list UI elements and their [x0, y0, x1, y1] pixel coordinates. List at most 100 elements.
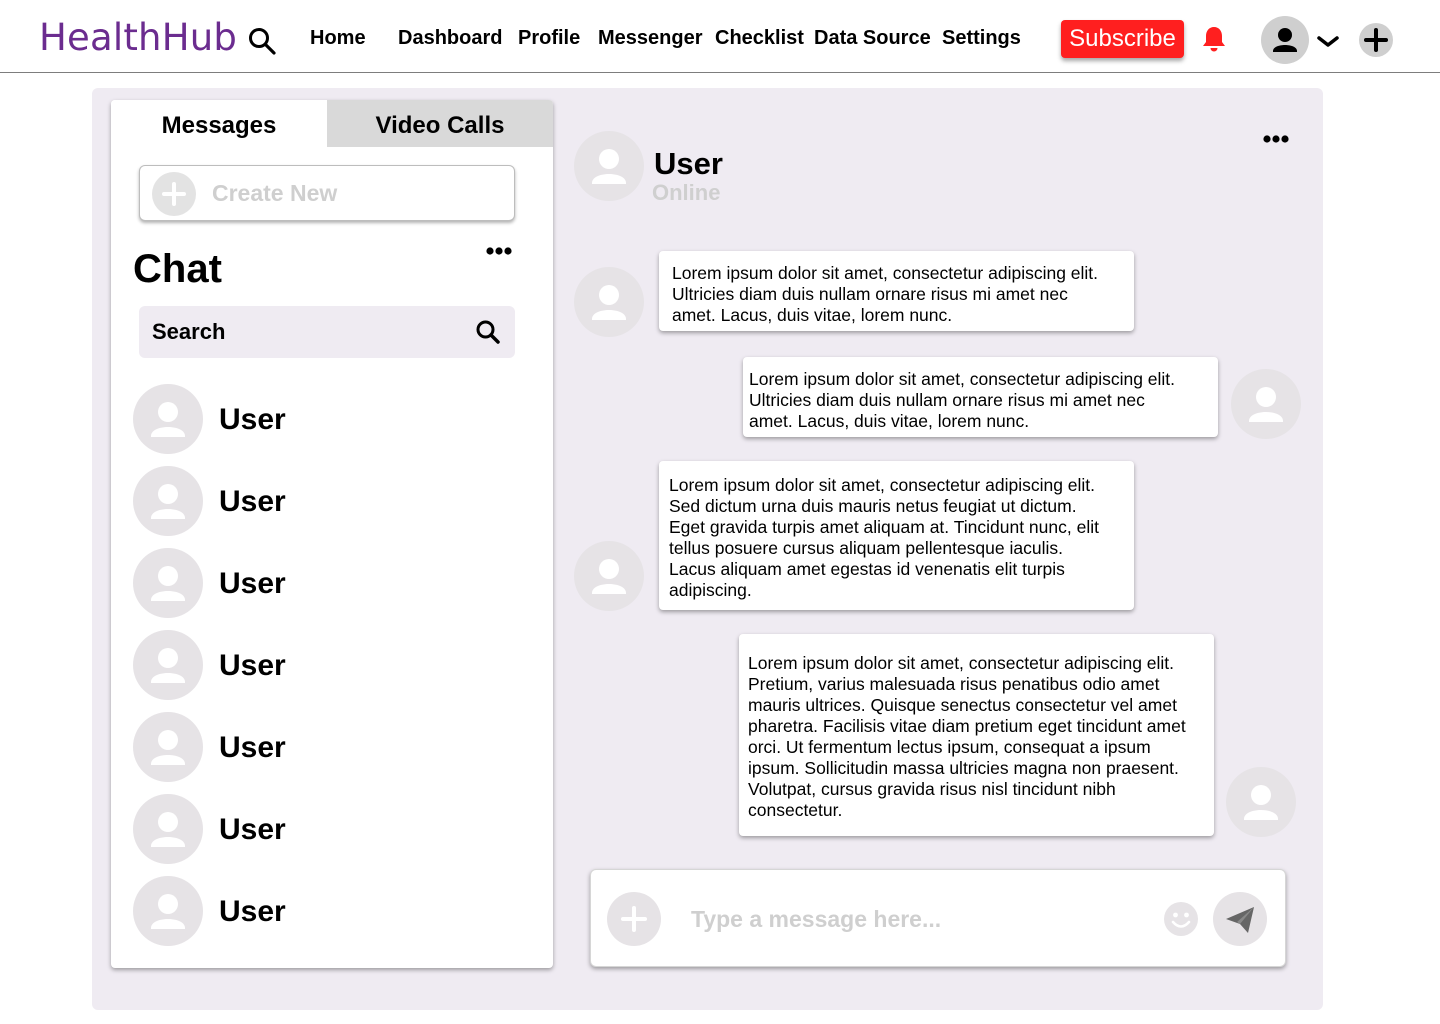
profile-avatar[interactable]: [1261, 16, 1309, 64]
user-name: User: [219, 403, 286, 436]
create-new-plus-button[interactable]: [152, 172, 196, 216]
chat-user-name: User: [654, 146, 723, 181]
search-icon[interactable]: [475, 319, 501, 345]
message-text-line: Lorem ipsum dolor sit amet, consectetur …: [672, 263, 1099, 283]
user-name: User: [219, 649, 286, 682]
avatar: [133, 630, 203, 700]
message-composer: Type a message here...: [590, 869, 1286, 967]
message-avatar[interactable]: [574, 267, 644, 337]
user-icon: [151, 566, 185, 601]
message-text-line: amet. Lacus, duis vitae, lorem nunc.: [672, 305, 953, 325]
message-text-line: Ultricies diam duis nullam ornare risus …: [672, 284, 1068, 304]
avatar: [133, 712, 203, 782]
user-icon: [1249, 387, 1283, 422]
bell-icon[interactable]: [1201, 25, 1227, 53]
message-text-line: mauris ultrices. Quisque senectus consec…: [748, 695, 1177, 715]
message-input[interactable]: Type a message here...: [691, 905, 941, 933]
user-name: User: [219, 731, 286, 764]
user-list-item[interactable]: User: [133, 384, 513, 456]
chevron-down-icon[interactable]: [1317, 34, 1339, 48]
tab-video-calls[interactable]: Video Calls: [327, 100, 553, 147]
more-options-icon[interactable]: [486, 246, 512, 256]
message-text-line: ipsum. Sollicitudin massa ultricies magn…: [748, 758, 1179, 778]
nav-link-dashboard[interactable]: Dashboard: [398, 26, 502, 50]
user-list-item[interactable]: User: [133, 712, 513, 784]
message-text-line: Sed dictum urna duis mauris netus feugia…: [669, 496, 1077, 516]
message-text-line: Lorem ipsum dolor sit amet, consectetur …: [669, 475, 1096, 495]
top-navigation: HealthHub Home Dashboard Profile Messeng…: [0, 0, 1440, 73]
message-text-line: tellus posuere cursus aliquam pellentesq…: [669, 538, 1063, 558]
message-text-line: Volutpat, cursus gravida risus nisl tinc…: [748, 779, 1116, 799]
user-list-item[interactable]: User: [133, 466, 513, 538]
user-list-item[interactable]: User: [133, 794, 513, 866]
logo[interactable]: HealthHub: [39, 16, 237, 60]
search-placeholder: Search: [152, 319, 226, 344]
send-icon: [1226, 907, 1254, 933]
avatar: [133, 794, 203, 864]
subscribe-button[interactable]: Subscribe: [1061, 20, 1184, 58]
add-button[interactable]: [1359, 23, 1393, 57]
plus-icon: [621, 906, 647, 932]
message-text-line: amet. Lacus, duis vitae, lorem nunc.: [749, 411, 1030, 431]
nav-link-data-source[interactable]: Data Source: [814, 26, 931, 50]
chat-user-avatar[interactable]: [574, 131, 644, 201]
message-text-line: adipiscing.: [669, 580, 752, 600]
user-name: User: [219, 895, 286, 928]
user-name: User: [219, 567, 286, 600]
message-text-line: Pretium, varius malesuada risus penatibu…: [748, 674, 1160, 694]
message-text-line: pharetra. Facilisis vitae diam pretium e…: [748, 716, 1186, 736]
message-text-line: Lorem ipsum dolor sit amet, consectetur …: [749, 369, 1176, 389]
message-bubble[interactable]: Lorem ipsum dolor sit amet, consectetur …: [743, 357, 1218, 437]
message-bubble[interactable]: Lorem ipsum dolor sit amet, consectetur …: [659, 461, 1134, 610]
emoji-icon[interactable]: [1163, 901, 1199, 937]
user-name: User: [219, 813, 286, 846]
user-icon: [151, 648, 185, 683]
message-avatar[interactable]: [1231, 369, 1301, 439]
message-bubble[interactable]: Lorem ipsum dolor sit amet, consectetur …: [739, 634, 1214, 836]
avatar: [133, 548, 203, 618]
avatar: [133, 466, 203, 536]
create-new-placeholder: Create New: [212, 180, 338, 206]
plus-icon: [1364, 28, 1388, 52]
user-icon: [1273, 28, 1297, 52]
user-icon: [151, 484, 185, 519]
user-name: User: [219, 485, 286, 518]
plus-icon: [162, 182, 186, 206]
chat-heading: Chat: [133, 247, 222, 291]
user-icon: [592, 559, 626, 594]
user-list-item[interactable]: User: [133, 630, 513, 702]
attach-button[interactable]: [607, 892, 661, 946]
message-text-line: Ultricies diam duis nullam ornare risus …: [749, 390, 1145, 410]
message-text-line: orci. Ut fermentum lectus ipsum, consequ…: [748, 737, 1151, 757]
message-text-line: Lorem ipsum dolor sit amet, consectetur …: [748, 653, 1175, 673]
message-text-line: Eget gravida turpis amet aliquam at. Tin…: [669, 517, 1099, 537]
avatar: [133, 384, 203, 454]
message-text-line: Lacus aliquam amet egestas id venenatis …: [669, 559, 1065, 579]
nav-link-profile[interactable]: Profile: [518, 26, 580, 50]
search-icon[interactable]: [248, 27, 276, 55]
create-new-input[interactable]: Create New: [139, 165, 515, 221]
nav-link-home[interactable]: Home: [310, 26, 366, 50]
message-text-line: consectetur.: [748, 800, 843, 820]
chat-user-status: Online: [652, 180, 721, 205]
user-icon: [151, 730, 185, 765]
message-avatar[interactable]: [574, 541, 644, 611]
user-icon: [592, 285, 626, 320]
chat-search-input[interactable]: Search: [139, 306, 515, 358]
message-bubble[interactable]: Lorem ipsum dolor sit amet, consectetur …: [659, 251, 1134, 331]
chat-sidebar: Messages Video Calls Create New Chat Sea…: [111, 100, 553, 968]
message-avatar[interactable]: [1226, 767, 1296, 837]
user-icon: [151, 402, 185, 437]
user-icon: [1244, 785, 1278, 820]
tab-messages[interactable]: Messages: [111, 100, 327, 147]
user-icon: [151, 812, 185, 847]
user-icon: [592, 149, 626, 184]
nav-link-messenger[interactable]: Messenger: [598, 26, 703, 50]
user-list-item[interactable]: User: [133, 876, 513, 948]
more-options-icon[interactable]: [1263, 134, 1289, 144]
user-list-item[interactable]: User: [133, 548, 513, 620]
avatar: [133, 876, 203, 946]
nav-link-settings[interactable]: Settings: [942, 26, 1021, 50]
send-button[interactable]: [1213, 892, 1267, 946]
nav-link-checklist[interactable]: Checklist: [715, 26, 804, 50]
